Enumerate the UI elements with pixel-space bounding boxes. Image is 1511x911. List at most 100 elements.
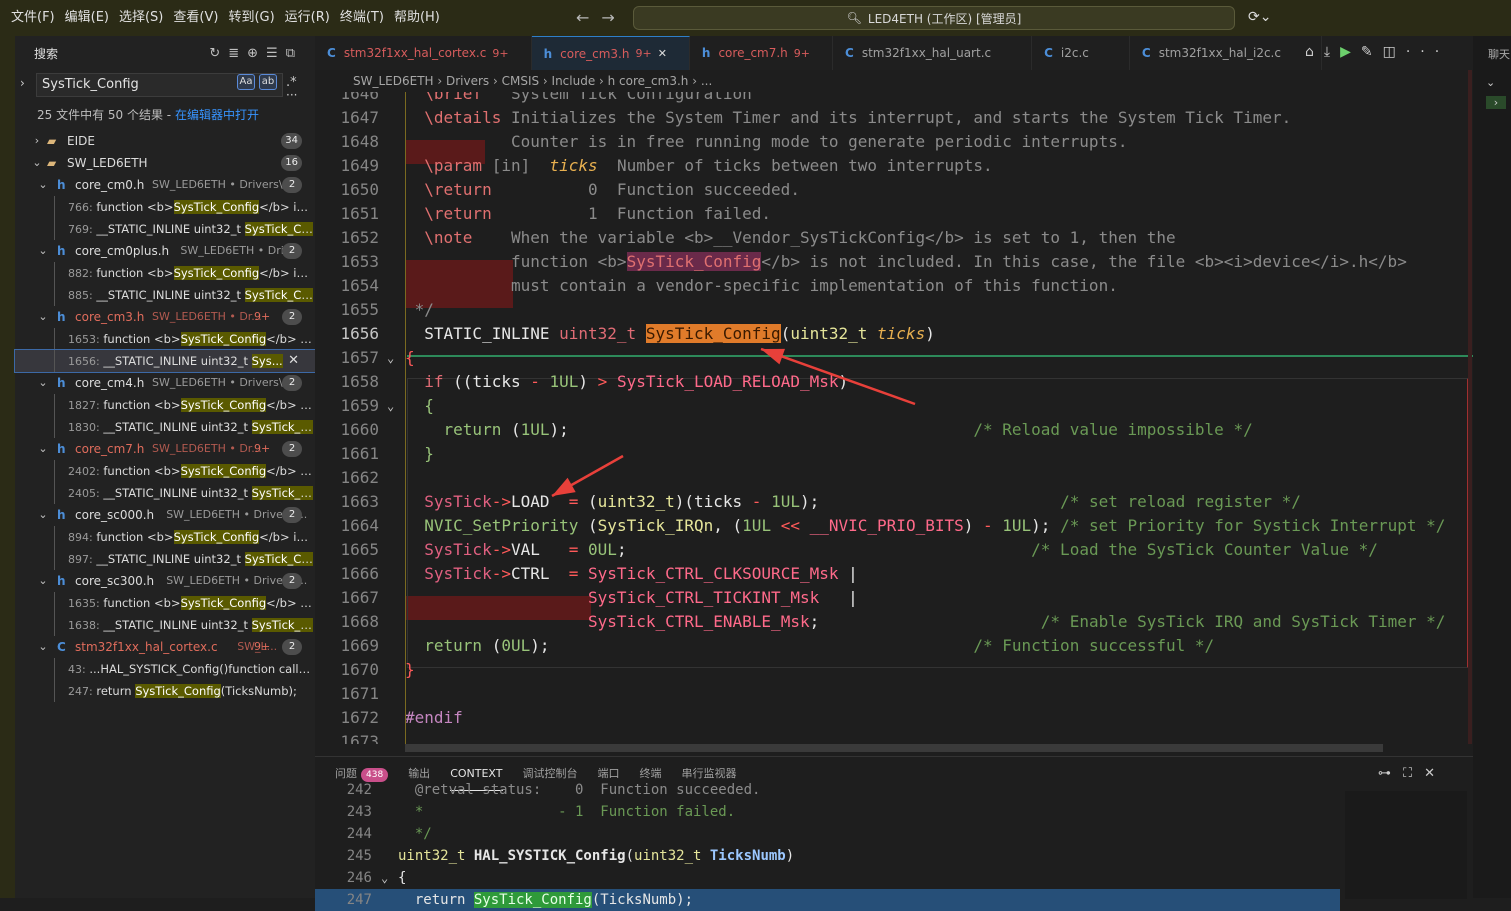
build-icon[interactable]: ⌂ bbox=[1305, 44, 1324, 60]
chevron-down-icon[interactable]: ⌄ bbox=[37, 504, 49, 526]
tab-file[interactable]: h core_cm7.h 9+ bbox=[690, 36, 834, 70]
chevron-down-icon[interactable]: ⌄ bbox=[37, 438, 49, 460]
fold-chevron-icon[interactable]: ⌄ bbox=[387, 346, 394, 370]
menu-terminal[interactable]: 终端(T) bbox=[335, 0, 389, 36]
file-row[interactable]: ⌄ h core_cm3.h SW_LED6ETH • Dr... 9+ 2 bbox=[15, 306, 315, 328]
menu-go[interactable]: 转到(G) bbox=[223, 0, 279, 36]
match-case-toggle[interactable]: Aa bbox=[237, 74, 255, 90]
code-token: __NVIC_PRIO_BITS bbox=[809, 516, 964, 535]
clean-icon[interactable]: ✎ bbox=[1361, 44, 1383, 60]
menu-view[interactable]: 查看(V) bbox=[168, 0, 223, 36]
refresh-icon[interactable]: ↻ bbox=[209, 46, 228, 61]
close-tab-icon[interactable]: ✕ bbox=[658, 47, 667, 60]
match-row[interactable]: 769: __STATIC_INLINE uint32_t SysTick_Co… bbox=[15, 218, 315, 240]
match-whole-word-toggle[interactable]: ab bbox=[259, 74, 277, 90]
match-row[interactable]: 1653: function <b>SysTick_Config</b> is.… bbox=[15, 328, 315, 350]
toggle-replace-icon[interactable]: › bbox=[20, 76, 25, 90]
file-row[interactable]: ⌄ h core_cm7.h SW_LED6ETH • Dr... 9+ 2 bbox=[15, 438, 315, 460]
download-icon[interactable]: ⤓ bbox=[1324, 44, 1340, 60]
chevron-down-icon[interactable]: ⌄ bbox=[37, 372, 49, 394]
fold-chevron-icon[interactable]: ⌄ bbox=[381, 867, 388, 889]
view-as-tree-icon[interactable]: ⧉ bbox=[286, 46, 303, 61]
new-search-editor-icon[interactable]: ⊕ bbox=[247, 46, 266, 61]
match-row[interactable]: 2402: function <b>SysTick_Config</b> is.… bbox=[15, 460, 315, 482]
code-text: uint32_t HAL_SYSTICK_Config(uint32_t Tic… bbox=[398, 845, 794, 867]
close-icon[interactable]: ✕ bbox=[1424, 766, 1447, 781]
tab-file[interactable]: Cstm32f1xx_hal_i2c.c bbox=[1130, 36, 1322, 70]
forward-arrow-icon[interactable]: → bbox=[601, 8, 626, 27]
file-row[interactable]: ⌄ h core_sc000.h SW_LED6ETH • Drivers\... 2 bbox=[15, 504, 315, 526]
file-row[interactable]: ⌄ h core_sc300.h SW_LED6ETH • Drivers\... 2 bbox=[15, 570, 315, 592]
folder-row[interactable]: › ▰ EIDE 34 bbox=[15, 130, 315, 152]
chevron-right-icon[interactable]: › bbox=[1486, 96, 1506, 109]
match-row[interactable]: 1635: function <b>SysTick_Config</b> is.… bbox=[15, 592, 315, 614]
menu-file[interactable]: 文件(F) bbox=[6, 0, 60, 36]
menu-help[interactable]: 帮助(H) bbox=[389, 0, 445, 36]
chevron-down-icon[interactable]: ⌄ bbox=[37, 636, 49, 658]
code-token: * - 1 Function failed. bbox=[398, 804, 736, 820]
chevron-down-icon[interactable]: ⌄ bbox=[31, 152, 43, 174]
code-editor[interactable]: 1646 \brief System Tick Configuration 164… bbox=[315, 92, 1473, 744]
code-text: if ((ticks - 1UL) > SysTick_LOAD_RELOAD_… bbox=[405, 370, 848, 394]
run-icon[interactable]: ▶ bbox=[1340, 44, 1361, 60]
code-token: ( bbox=[491, 636, 502, 655]
menu-edit[interactable]: 编辑(E) bbox=[60, 0, 114, 36]
match-row[interactable]: 1656: __STATIC_INLINE uint32_t Sys... ✕ bbox=[14, 349, 316, 373]
match-row[interactable]: 894: function <b>SysTick_Config</b> is .… bbox=[15, 526, 315, 548]
code-line: 1660 return (1UL); /* Reload value impos… bbox=[315, 418, 1473, 442]
match-row[interactable]: 1827: function <b>SysTick_Config</b> is.… bbox=[15, 394, 315, 416]
chevron-down-icon[interactable]: ⌄ bbox=[1486, 76, 1495, 89]
more-actions-icon[interactable]: ··· bbox=[1406, 44, 1449, 60]
tab-file[interactable]: Cstm32f1xx_hal_cortex.c 9+ bbox=[315, 36, 532, 70]
tab-file[interactable]: Cstm32f1xx_hal_uart.c bbox=[833, 36, 1033, 70]
back-arrow-icon[interactable]: ← bbox=[576, 8, 601, 27]
match-row[interactable]: 247: return SysTick_Config(TicksNumb); bbox=[15, 680, 315, 702]
file-row[interactable]: ⌄ h core_cm4.h SW_LED6ETH • Drivers\C... 2 bbox=[15, 372, 315, 394]
chevron-down-icon[interactable]: ⌄ bbox=[37, 240, 49, 262]
breadcrumb[interactable]: SW_LED6ETH › Drivers › CMSIS › Include ›… bbox=[315, 70, 1473, 92]
chevron-down-icon[interactable]: ⌄ bbox=[37, 306, 49, 328]
line-number: 1664 bbox=[340, 516, 379, 535]
pin-icon[interactable]: ⊶ bbox=[1378, 766, 1403, 781]
dismiss-icon[interactable]: ✕ bbox=[288, 350, 299, 372]
chevron-right-icon[interactable]: › bbox=[31, 130, 43, 152]
tab-file[interactable]: h core_cm3.h 9+ ✕ bbox=[531, 36, 690, 70]
tab-problem-count: 9+ bbox=[793, 46, 811, 60]
match-row[interactable]: 766: function <b>SysTick_Config</b> is .… bbox=[15, 196, 315, 218]
menu-selection[interactable]: 选择(S) bbox=[114, 0, 168, 36]
indent-guide bbox=[54, 196, 55, 218]
more-options-icon[interactable]: ··· bbox=[286, 88, 297, 102]
match-row[interactable]: 897: __STATIC_INLINE uint32_t SysTick_Co… bbox=[15, 548, 315, 570]
file-name: core_cm7.h bbox=[75, 442, 145, 456]
match-row[interactable]: 2405: __STATIC_INLINE uint32_t SysTick_C… bbox=[15, 482, 315, 504]
chevron-down-icon[interactable]: ⌄ bbox=[37, 570, 49, 592]
chevron-down-icon[interactable]: ⌄ bbox=[37, 174, 49, 196]
clear-results-icon[interactable]: ≣ bbox=[228, 46, 247, 61]
fold-chevron-icon[interactable]: ⌄ bbox=[387, 394, 394, 418]
menu-run[interactable]: 运行(R) bbox=[280, 0, 335, 36]
file-row[interactable]: ⌄ h core_cm0plus.h SW_LED6ETH • Driv... 2 bbox=[15, 240, 315, 262]
folder-row[interactable]: ⌄ ▰ SW_LED6ETH 16 bbox=[15, 152, 315, 174]
match-row[interactable]: 882: function <b>SysTick_Config</b> is .… bbox=[15, 262, 315, 284]
split-editor-icon[interactable]: ◫ bbox=[1383, 44, 1406, 60]
match-suffix: (TicksNumb); bbox=[220, 684, 297, 698]
file-row[interactable]: ⌄ h core_cm0.h SW_LED6ETH • Drivers\C... 2 bbox=[15, 174, 315, 196]
maximize-icon[interactable]: ⛶ bbox=[1403, 766, 1424, 781]
match-line-number: 1827: bbox=[68, 399, 100, 412]
indent-guide bbox=[54, 284, 55, 306]
chat-label[interactable]: 聊天 bbox=[1488, 46, 1510, 62]
command-center[interactable]: 🔍︎ LED4ETH (工作区) [管理员] bbox=[633, 6, 1235, 30]
code-token: @retval status: 0 Function succeeded. bbox=[398, 782, 761, 798]
match-row[interactable]: 1638: __STATIC_INLINE uint32_t SysTick_C… bbox=[15, 614, 315, 636]
horizontal-scrollbar[interactable] bbox=[405, 744, 1383, 752]
copilot-icon[interactable]: ⟳⌄ bbox=[1248, 9, 1271, 25]
match-row[interactable]: 1830: __STATIC_INLINE uint32_t SysTick_C… bbox=[15, 416, 315, 438]
match-row[interactable]: 885: __STATIC_INLINE uint32_t SysTick_Co… bbox=[15, 284, 315, 306]
match-row[interactable]: 43: ...HAL_SYSTICK_Config()function call… bbox=[15, 658, 315, 680]
open-in-editor-link[interactable]: 在编辑器中打开 bbox=[175, 108, 259, 122]
code-token: /* Reload value impossible */ bbox=[973, 420, 1253, 439]
tab-file[interactable]: Ci2c.c bbox=[1032, 36, 1130, 70]
file-row[interactable]: ⌄ Cstm32f1xx_hal_cortex.c SW_L... 9+ 2 bbox=[15, 636, 315, 658]
collapse-all-icon[interactable]: ☰ bbox=[266, 46, 286, 61]
